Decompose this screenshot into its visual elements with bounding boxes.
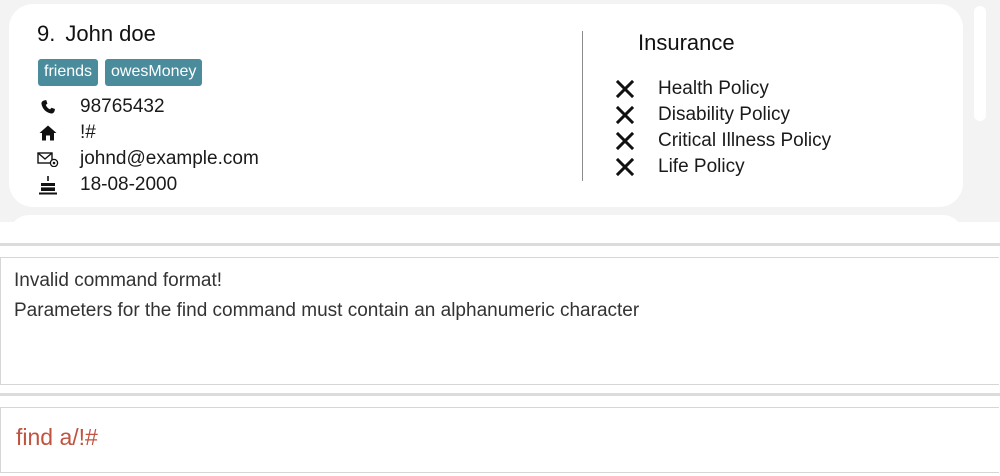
insurance-title: Insurance [638, 30, 735, 55]
panel-separator [0, 393, 1000, 396]
result-message-line: Invalid command format! [14, 270, 223, 291]
result-message-line: Parameters for the find command must con… [14, 300, 640, 321]
policy-item-life: Life Policy [613, 155, 745, 179]
email-address: johnd@example.com [80, 148, 259, 169]
card-divider [582, 31, 583, 181]
command-input[interactable] [16, 422, 976, 452]
address-row: !# [37, 121, 96, 145]
address-text: !# [80, 122, 96, 143]
tag-owes-money: owesMoney [105, 59, 203, 86]
person-index: 9. [37, 21, 56, 46]
person-name-heading: 9. John doe [37, 21, 156, 47]
birthday-row: 18-08-2000 [37, 173, 177, 197]
cross-icon [613, 103, 637, 127]
phone-number: 98765432 [80, 96, 165, 117]
policy-label: Health Policy [658, 78, 769, 99]
cross-icon [613, 129, 637, 153]
person-card[interactable]: 9. John doe friends owesMoney 98765432 !#… [9, 4, 963, 207]
cross-icon [613, 77, 637, 101]
policy-label: Disability Policy [658, 104, 790, 125]
home-icon [37, 122, 59, 144]
phone-row: 98765432 [37, 95, 165, 119]
phone-icon [37, 96, 59, 118]
email-row: johnd@example.com [37, 147, 259, 171]
cross-icon [613, 155, 637, 179]
birthday-date: 18-08-2000 [80, 174, 178, 195]
person-list-panel[interactable]: 9. John doe friends owesMoney 98765432 !#… [0, 0, 1000, 222]
list-scrollbar-thumb[interactable] [974, 6, 986, 121]
command-box[interactable] [0, 407, 999, 473]
birthday-cake-icon [37, 174, 59, 196]
policy-item-disability: Disability Policy [613, 103, 790, 127]
tag-list: friends owesMoney [38, 59, 203, 86]
email-icon [37, 148, 59, 170]
policy-item-health: Health Policy [613, 77, 769, 101]
tag-friends: friends [38, 59, 99, 86]
panel-separator [0, 243, 1000, 246]
policy-item-critical-illness: Critical Illness Policy [613, 129, 831, 153]
result-display: Invalid command format! Parameters for t… [0, 257, 999, 385]
policy-label: Life Policy [658, 156, 745, 177]
policy-label: Critical Illness Policy [658, 130, 832, 151]
next-person-card[interactable] [9, 215, 963, 222]
person-name: John doe [65, 21, 156, 46]
